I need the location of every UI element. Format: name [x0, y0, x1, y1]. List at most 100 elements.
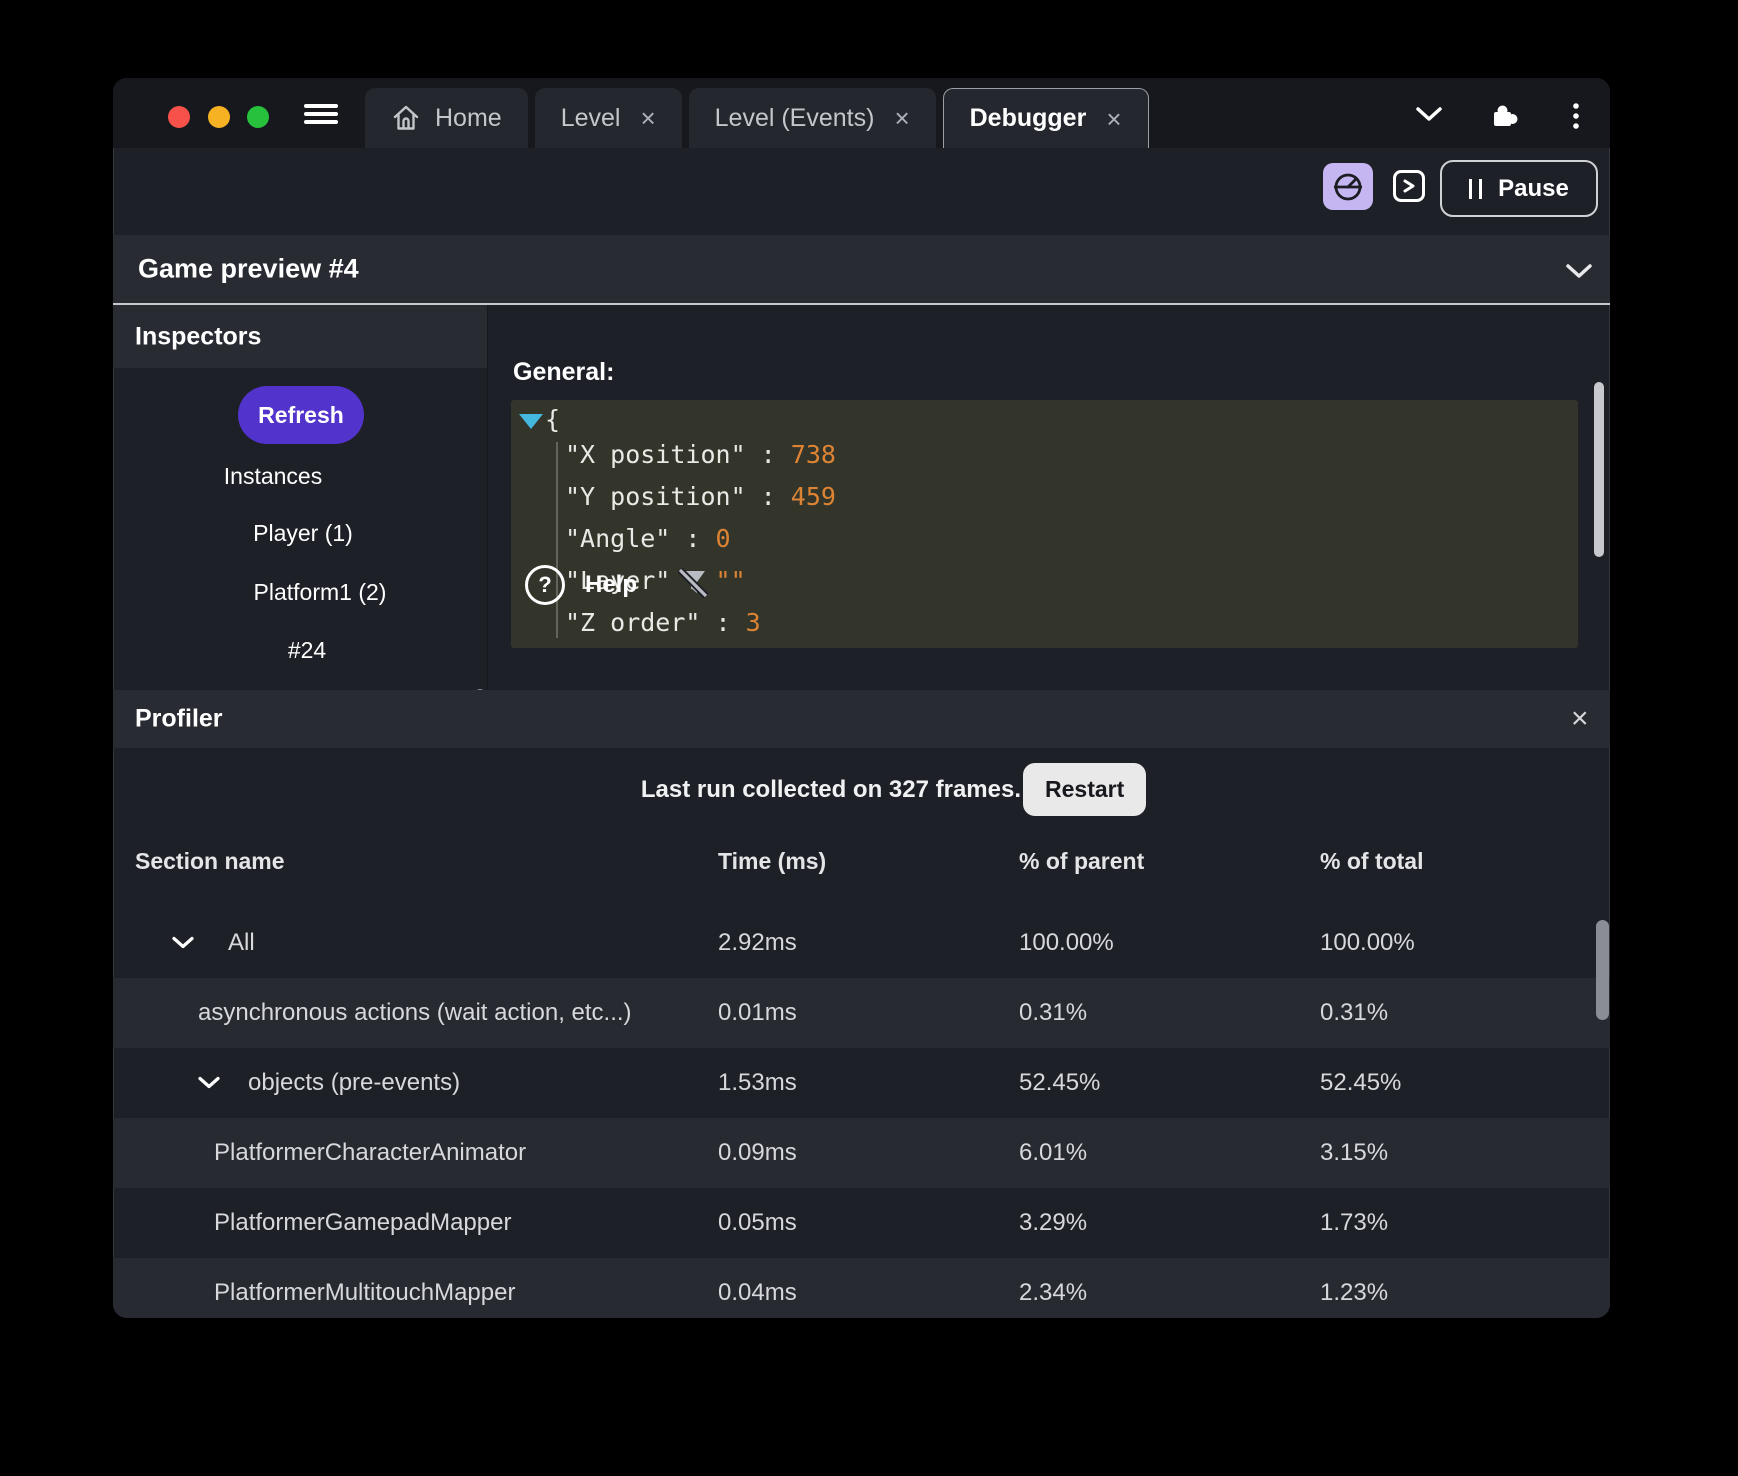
console-button[interactable]: [1393, 170, 1425, 202]
tree-collapse-triangle-icon[interactable]: [519, 414, 543, 429]
profiler-header: Profiler ×: [113, 690, 1610, 748]
window-zoom-light[interactable]: [247, 106, 269, 128]
tree-item-player-1[interactable]: Player (1): [253, 520, 353, 547]
profiler-row-objects-pre-events: objects (pre-events) 1.53ms 52.45% 52.45%: [113, 1048, 1610, 1118]
section-name: All: [228, 929, 255, 957]
indent-guide: [556, 442, 558, 638]
parent-percent: 2.34%: [1019, 1279, 1087, 1307]
parent-percent: 3.29%: [1019, 1209, 1087, 1237]
speedometer-icon: [1331, 170, 1365, 204]
profiler-row-platformermultitouchmapper: PlatformerMultitouchMapper 0.04ms 2.34% 1.2…: [113, 1258, 1610, 1318]
game-preview-title: Game preview #4: [138, 254, 359, 285]
parent-percent: 52.45%: [1019, 1069, 1100, 1097]
main-split-area: Inspectors Refresh Instances Player (1) Pl…: [113, 305, 1610, 690]
tab-label: Level (Events): [715, 104, 875, 133]
help-row: ? Help: [525, 564, 711, 606]
json-open-brace: {: [545, 405, 560, 434]
kebab-menu-icon[interactable]: [1571, 102, 1581, 135]
column-header-parent: % of parent: [1019, 848, 1144, 875]
collapse-chevron-icon[interactable]: [1565, 263, 1593, 284]
pause-icon: [1469, 179, 1482, 199]
panel-divider: [487, 305, 488, 690]
hamburger-menu-icon[interactable]: [304, 104, 338, 124]
parent-percent: 100.00%: [1019, 929, 1114, 957]
profiler-row-platformergamepadmapper: PlatformerGamepadMapper 0.05ms 3.29% 1.73%: [113, 1188, 1610, 1258]
restart-button[interactable]: Restart: [1023, 763, 1146, 816]
json-line-z-order: "Z order" : 3: [565, 608, 761, 637]
extensions-puzzle-icon[interactable]: [1489, 100, 1519, 135]
json-line-y-position: "Y position" : 459: [565, 482, 836, 511]
time-value: 2.92ms: [718, 929, 797, 957]
row-expand-chevron-icon[interactable]: [198, 1077, 220, 1090]
tab-close-icon[interactable]: ×: [634, 105, 655, 131]
instance-json-view: { "X position" : 738 "Y position" : 459 "A…: [511, 400, 1578, 648]
tab-label: Debugger: [970, 104, 1087, 133]
tab-label: Level: [561, 104, 621, 133]
help-question-icon[interactable]: ?: [525, 565, 565, 605]
profiler-row-platformercharacteranimator: PlatformerCharacterAnimator 0.09ms 6.01% 3.…: [113, 1118, 1610, 1188]
section-name: PlatformerCharacterAnimator: [214, 1139, 526, 1167]
row-expand-chevron-icon[interactable]: [172, 937, 194, 950]
tree-item-platform1-2[interactable]: Platform1 (2): [254, 579, 387, 606]
total-percent: 1.23%: [1320, 1279, 1388, 1307]
refresh-button[interactable]: Refresh: [238, 386, 364, 444]
unpin-icon[interactable]: [675, 565, 711, 606]
parent-percent: 0.31%: [1019, 999, 1087, 1027]
home-icon: [391, 104, 421, 132]
tab-label: Home: [435, 104, 502, 133]
profiler-scrollbar-thumb[interactable]: [1596, 920, 1609, 1020]
tree-item-instances[interactable]: Instances: [224, 463, 322, 490]
time-value: 0.09ms: [718, 1139, 797, 1167]
parent-percent: 6.01%: [1019, 1139, 1087, 1167]
section-name: PlatformerMultitouchMapper: [214, 1279, 515, 1307]
tab-strip: Home Level × Level (Events) × Debugger ×: [113, 78, 1610, 148]
total-percent: 3.15%: [1320, 1139, 1388, 1167]
profiler-row-all: All 2.92ms 100.00% 100.00%: [113, 908, 1610, 978]
section-name: PlatformerGamepadMapper: [214, 1209, 511, 1237]
inspectors-header: Inspectors: [113, 305, 487, 368]
total-percent: 52.45%: [1320, 1069, 1401, 1097]
app-window: Home Level × Level (Events) × Debugger × Pause…: [113, 78, 1610, 1318]
profiler-column-headers: Section name Time (ms) % of parent % of …: [113, 848, 1610, 882]
total-percent: 1.73%: [1320, 1209, 1388, 1237]
tree-item-24[interactable]: #24: [288, 637, 326, 664]
section-name: asynchronous actions (wait action, etc..…: [198, 999, 632, 1027]
chevron-down-icon[interactable]: [1415, 106, 1443, 127]
time-value: 0.05ms: [718, 1209, 797, 1237]
pause-button-label: Pause: [1498, 175, 1569, 203]
window-close-light[interactable]: [168, 106, 190, 128]
tab-close-icon[interactable]: ×: [888, 105, 909, 131]
close-icon[interactable]: ×: [1571, 704, 1589, 734]
section-name: objects (pre-events): [248, 1069, 460, 1097]
inspectors-title: Inspectors: [135, 322, 261, 351]
time-value: 0.01ms: [718, 999, 797, 1027]
column-header-section: Section name: [135, 848, 285, 875]
json-line-x-position: "X position" : 738: [565, 440, 836, 469]
total-percent: 0.31%: [1320, 999, 1388, 1027]
tab-level[interactable]: Level ×: [535, 88, 682, 148]
profiler-toggle-button[interactable]: [1323, 163, 1373, 210]
profiler-status-text: Last run collected on 327 frames.: [473, 763, 1021, 816]
help-label[interactable]: Help: [585, 571, 637, 599]
screenshot-stage: Home Level × Level (Events) × Debugger × Pause…: [0, 0, 1738, 1476]
time-value: 1.53ms: [718, 1069, 797, 1097]
profiler-title: Profiler: [135, 705, 223, 734]
profiler-table: All 2.92ms 100.00% 100.00% asynchronous acti…: [113, 908, 1610, 1318]
chevron-right-icon: [1402, 178, 1416, 194]
general-title: General:: [513, 358, 614, 387]
pause-button[interactable]: Pause: [1440, 160, 1598, 217]
profiler-row-asynchronous-actions-wait-action-etc: asynchronous actions (wait action, etc..…: [113, 978, 1610, 1048]
json-line-angle: "Angle" : 0: [565, 524, 731, 553]
column-header-time: Time (ms): [718, 848, 826, 875]
time-value: 0.04ms: [718, 1279, 797, 1307]
tab-debugger[interactable]: Debugger ×: [943, 88, 1149, 148]
tab-close-icon[interactable]: ×: [1100, 106, 1121, 132]
total-percent: 100.00%: [1320, 929, 1415, 957]
general-scrollbar-thumb[interactable]: [1594, 382, 1604, 557]
column-header-total: % of total: [1320, 848, 1424, 875]
tab-level-events[interactable]: Level (Events) ×: [689, 88, 936, 148]
game-preview-header: Game preview #4: [113, 235, 1610, 305]
window-minimize-light[interactable]: [208, 106, 230, 128]
tab-home[interactable]: Home: [365, 88, 528, 148]
tab-bar: Home Level × Level (Events) × Debugger ×: [365, 88, 1149, 148]
